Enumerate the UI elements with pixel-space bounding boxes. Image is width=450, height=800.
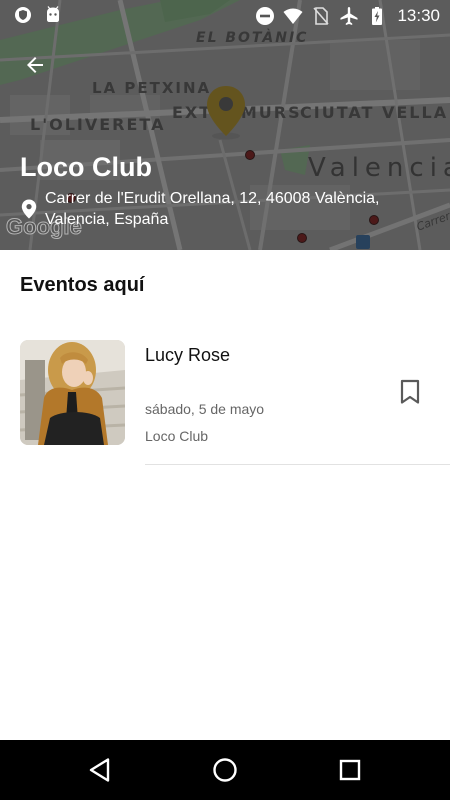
status-time: 13:30 bbox=[397, 6, 440, 25]
bookmark-outline-icon bbox=[400, 379, 420, 404]
event-name: Lucy Rose bbox=[145, 345, 231, 365]
status-icons: 13:30 bbox=[255, 4, 440, 28]
back-button[interactable] bbox=[18, 50, 52, 80]
battery-charging-icon bbox=[372, 7, 383, 25]
nav-home-icon bbox=[213, 758, 237, 782]
nav-recents-icon bbox=[339, 759, 361, 781]
event-venue: Loco Club bbox=[145, 428, 209, 444]
event-date: sábado, 5 de mayo bbox=[145, 401, 265, 417]
section-title: Eventos aquí bbox=[20, 274, 145, 296]
map-header[interactable]: EL BOTÀNIC LA PETXINA L'OLIVERETA EXTRAM… bbox=[0, 0, 450, 250]
nav-recents-button[interactable] bbox=[335, 755, 365, 785]
system-navigation-bar bbox=[0, 740, 450, 800]
nav-back-icon bbox=[89, 758, 110, 782]
status-bar: 13:30 bbox=[0, 0, 450, 32]
airplane-mode-icon bbox=[340, 7, 358, 25]
shield-icon bbox=[15, 7, 31, 23]
location-marker-icon bbox=[21, 199, 37, 219]
do-not-disturb-icon bbox=[256, 7, 275, 25]
nav-back-button[interactable] bbox=[85, 755, 115, 785]
event-list-item[interactable]: Lucy Rose sábado, 5 de mayo Loco Club bbox=[0, 328, 450, 466]
venue-title: Loco Club bbox=[20, 152, 152, 182]
nav-home-button[interactable] bbox=[210, 755, 240, 785]
arrow-back-icon bbox=[27, 57, 43, 73]
android-icon bbox=[47, 6, 59, 22]
venue-address[interactable]: Carrer de l'Erudit Orellana, 12, 46008 V… bbox=[45, 188, 435, 230]
list-divider bbox=[145, 464, 450, 465]
no-sim-icon bbox=[313, 7, 330, 25]
bookmark-button[interactable] bbox=[396, 377, 424, 407]
event-thumbnail bbox=[20, 340, 125, 445]
wifi-icon bbox=[283, 8, 303, 24]
